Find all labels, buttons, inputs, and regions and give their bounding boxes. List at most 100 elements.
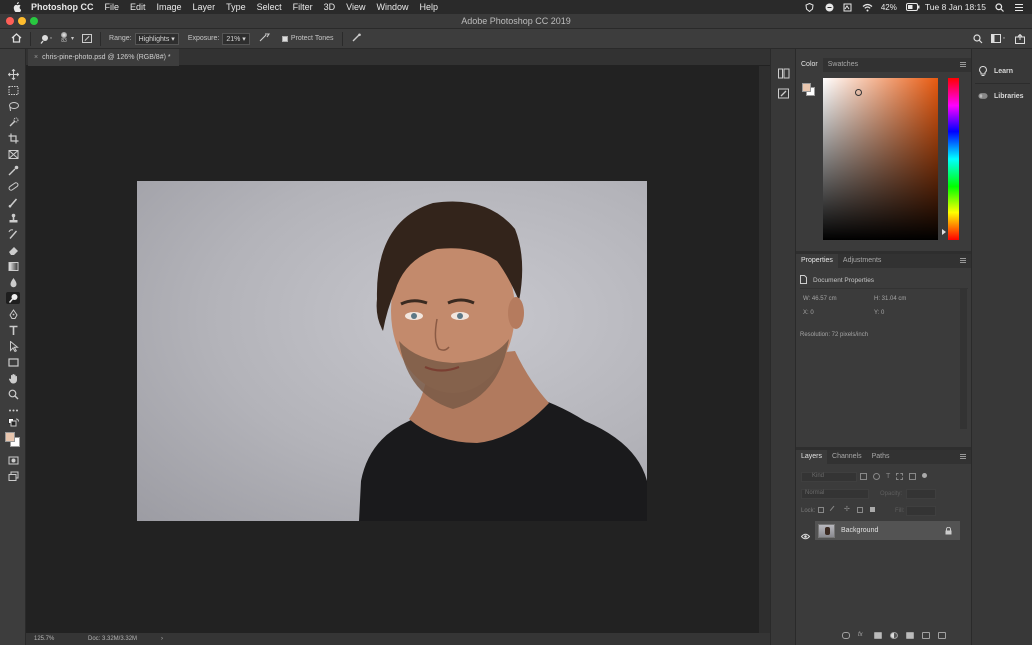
close-window-button[interactable] bbox=[6, 17, 14, 25]
color-spectrum-field[interactable] bbox=[823, 78, 938, 240]
healing-brush-tool-icon[interactable] bbox=[6, 180, 20, 192]
blend-mode-select[interactable]: Normal bbox=[801, 489, 869, 499]
filter-type-icon[interactable]: T bbox=[886, 473, 890, 480]
protect-tones-checkbox[interactable]: Protect Tones bbox=[281, 35, 334, 42]
delete-layer-icon[interactable] bbox=[938, 632, 946, 639]
zoom-tool-icon[interactable] bbox=[6, 388, 20, 400]
pressure-size-icon[interactable] bbox=[351, 33, 362, 45]
doc-x[interactable]: X: 0 bbox=[803, 310, 814, 316]
workspace-switcher-icon[interactable] bbox=[991, 34, 1007, 46]
lock-transparent-icon[interactable] bbox=[818, 507, 824, 513]
history-panel-icon[interactable] bbox=[778, 66, 790, 84]
document-canvas-photo[interactable] bbox=[137, 181, 647, 521]
cloud-icon[interactable] bbox=[824, 3, 834, 12]
eraser-tool-icon[interactable] bbox=[6, 244, 20, 256]
home-icon[interactable] bbox=[11, 32, 22, 45]
tab-adjustments[interactable]: Adjustments bbox=[838, 254, 887, 268]
brush-settings-panel-icon[interactable] bbox=[778, 86, 790, 104]
menu-edit[interactable]: Edit bbox=[130, 2, 146, 12]
edit-toolbar-icon[interactable] bbox=[6, 404, 20, 416]
battery-percent[interactable]: 42% bbox=[881, 3, 897, 12]
canvas-area[interactable] bbox=[26, 66, 759, 633]
menu-file[interactable]: File bbox=[105, 2, 120, 12]
minimize-window-button[interactable] bbox=[18, 17, 26, 25]
brush-settings-icon[interactable] bbox=[82, 34, 93, 43]
menubar-clock[interactable]: Tue 8 Jan 18:15 bbox=[925, 2, 986, 12]
properties-panel-menu-icon[interactable] bbox=[960, 258, 966, 263]
search-icon[interactable] bbox=[973, 34, 983, 46]
move-tool-icon[interactable] bbox=[6, 68, 20, 80]
tab-channels[interactable]: Channels bbox=[827, 450, 867, 464]
zoom-window-button[interactable] bbox=[30, 17, 38, 25]
filter-pixel-icon[interactable] bbox=[860, 473, 867, 480]
learn-panel-button[interactable]: Learn bbox=[978, 66, 1013, 76]
screen-mode-icon[interactable] bbox=[6, 470, 20, 482]
tab-color[interactable]: Color bbox=[796, 58, 823, 72]
gradient-tool-icon[interactable] bbox=[6, 260, 20, 272]
menu-view[interactable]: View bbox=[346, 2, 365, 12]
hand-tool-icon[interactable] bbox=[6, 372, 20, 384]
new-layer-icon[interactable] bbox=[922, 632, 930, 639]
wifi-icon[interactable] bbox=[862, 3, 873, 12]
menu-image[interactable]: Image bbox=[157, 2, 182, 12]
document-tab[interactable]: × chris-pine-photo.psd @ 126% (RGB/8#) * bbox=[28, 49, 179, 66]
rectangle-tool-icon[interactable] bbox=[6, 356, 20, 368]
foreground-color-swatch[interactable] bbox=[5, 432, 15, 442]
menu-select[interactable]: Select bbox=[257, 2, 282, 12]
menu-extra-icon[interactable] bbox=[843, 3, 853, 12]
blur-tool-icon[interactable] bbox=[6, 276, 20, 288]
app-menu[interactable]: Photoshop CC bbox=[31, 2, 94, 12]
lock-artboard-icon[interactable] bbox=[856, 507, 863, 513]
status-menu-arrow-icon[interactable]: › bbox=[161, 636, 163, 642]
adjustment-layer-icon[interactable] bbox=[890, 632, 898, 639]
tab-paths[interactable]: Paths bbox=[867, 450, 895, 464]
link-layers-icon[interactable] bbox=[842, 632, 850, 639]
doc-size-info[interactable]: Doc: 3.32M/3.32M bbox=[88, 636, 137, 642]
add-mask-icon[interactable] bbox=[874, 632, 882, 639]
color-panel-menu-icon[interactable] bbox=[960, 62, 966, 67]
libraries-panel-button[interactable]: Libraries bbox=[978, 91, 1024, 101]
dodge-tool-preset-icon[interactable] bbox=[39, 34, 53, 44]
canvas-vertical-scrollbar[interactable] bbox=[759, 66, 770, 633]
airbrush-icon[interactable] bbox=[259, 33, 270, 44]
layer-style-fx-icon[interactable]: fx bbox=[858, 632, 866, 639]
filter-toggle-icon[interactable] bbox=[922, 473, 928, 478]
notification-center-icon[interactable] bbox=[1014, 3, 1024, 12]
lasso-tool-icon[interactable] bbox=[6, 100, 20, 112]
layers-panel-menu-icon[interactable] bbox=[960, 454, 966, 459]
hue-slider-handle[interactable] bbox=[942, 229, 946, 235]
menu-3d[interactable]: 3D bbox=[324, 2, 336, 12]
pen-tool-icon[interactable] bbox=[6, 308, 20, 320]
spotlight-icon[interactable] bbox=[995, 2, 1005, 12]
quick-mask-icon[interactable] bbox=[6, 454, 20, 466]
battery-icon[interactable] bbox=[905, 2, 920, 12]
range-select[interactable]: Highlights ▾ bbox=[134, 32, 179, 45]
marquee-tool-icon[interactable] bbox=[6, 84, 20, 96]
close-tab-icon[interactable]: × bbox=[34, 49, 38, 66]
type-tool-icon[interactable] bbox=[6, 324, 20, 336]
share-icon[interactable] bbox=[1015, 33, 1025, 46]
hue-slider[interactable] bbox=[948, 78, 959, 240]
brush-tool-icon[interactable] bbox=[6, 196, 20, 208]
layer-row-background[interactable]: Background bbox=[815, 521, 960, 540]
filter-smart-object-icon[interactable] bbox=[909, 473, 917, 480]
zoom-level-field[interactable]: 125.7% bbox=[34, 636, 72, 642]
doc-height[interactable]: H: 31.04 cm bbox=[874, 296, 906, 302]
menu-help[interactable]: Help bbox=[419, 2, 438, 12]
tab-layers[interactable]: Layers bbox=[796, 450, 828, 464]
lock-all-icon[interactable] bbox=[869, 507, 875, 512]
default-colors-icon[interactable] bbox=[6, 417, 20, 427]
clone-stamp-tool-icon[interactable] bbox=[6, 212, 20, 224]
layer-filter-kind-select[interactable]: Kind bbox=[801, 472, 857, 482]
layer-lock-icon[interactable] bbox=[945, 526, 952, 537]
doc-y[interactable]: Y: 0 bbox=[874, 310, 884, 316]
opacity-field[interactable] bbox=[906, 489, 936, 499]
menu-type[interactable]: Type bbox=[226, 2, 246, 12]
apple-menu-icon[interactable] bbox=[11, 2, 21, 12]
tab-properties[interactable]: Properties bbox=[796, 254, 838, 268]
eyedropper-tool-icon[interactable] bbox=[6, 164, 20, 176]
menu-window[interactable]: Window bbox=[376, 2, 408, 12]
dodge-tool-icon[interactable] bbox=[6, 292, 20, 304]
layer-name[interactable]: Background bbox=[841, 527, 878, 534]
properties-scrollbar[interactable] bbox=[960, 289, 967, 429]
